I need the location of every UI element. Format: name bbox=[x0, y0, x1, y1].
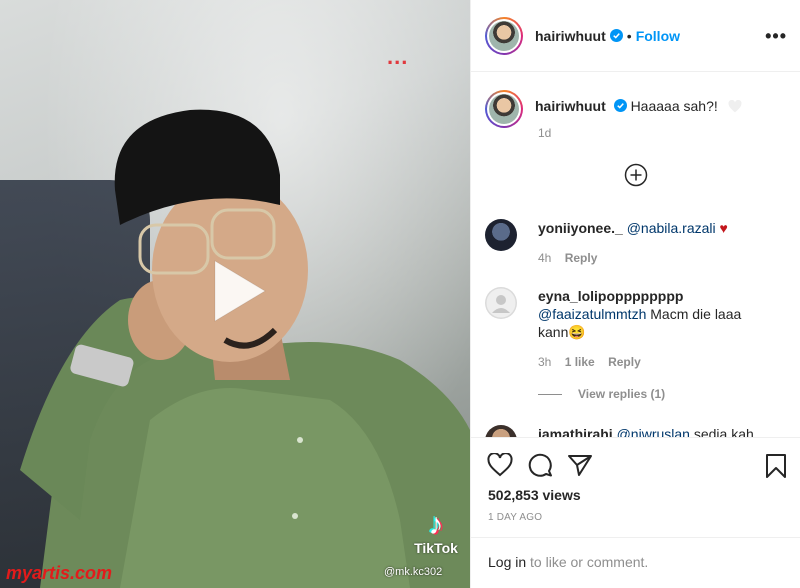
views-count[interactable]: 502,853 views bbox=[488, 487, 581, 503]
comment-reply-button[interactable]: Reply bbox=[565, 251, 598, 265]
more-options-icon[interactable]: ••• bbox=[765, 26, 787, 47]
login-prompt-text: to like or comment. bbox=[530, 554, 649, 570]
post-header: hairiwhuut • Follow ••• bbox=[471, 0, 800, 72]
caption-like-heart-icon[interactable] bbox=[728, 100, 742, 113]
login-link[interactable]: Log in bbox=[488, 554, 526, 570]
comment-avatar[interactable] bbox=[485, 287, 517, 319]
comment-time: 4h bbox=[538, 251, 552, 265]
play-icon bbox=[214, 260, 266, 322]
comment-bubble-icon[interactable] bbox=[527, 453, 553, 477]
comment-username[interactable]: eyna_lolipopppppppp bbox=[538, 288, 683, 304]
view-replies-label: View replies (1) bbox=[578, 387, 666, 401]
caption-time: 1d bbox=[538, 126, 552, 140]
tiktok-handle: @mk.kc302 bbox=[384, 566, 443, 578]
verified-badge-icon bbox=[609, 29, 623, 42]
comment-username[interactable]: jamathirahi bbox=[538, 426, 613, 437]
login-bar: Log in to like or comment. bbox=[471, 537, 800, 588]
comment-mention[interactable]: @faaizatulmmtzh bbox=[538, 306, 646, 322]
comment-mention[interactable]: @nabila.razali bbox=[627, 220, 716, 236]
comment-text: sedia kah bbox=[693, 426, 754, 437]
comment-avatar[interactable] bbox=[485, 219, 517, 251]
comment-item: eyna_lolipopppppppp @faaizatulmmtzh Macm… bbox=[485, 287, 773, 371]
post-panel: hairiwhuut • Follow ••• hairiwhuut Haaaa… bbox=[470, 0, 800, 588]
action-icons-row bbox=[487, 453, 593, 477]
post-media[interactable]: ... ♪ TikTok @mk.kc302 myartis.com bbox=[0, 0, 470, 588]
comment-reply-button[interactable]: Reply bbox=[608, 355, 641, 369]
caption-avatar[interactable] bbox=[485, 90, 523, 128]
caption-text: Haaaaa sah?! bbox=[630, 98, 718, 114]
comment-time: 3h bbox=[538, 355, 552, 369]
comment-body: eyna_lolipopppppppp @faaizatulmmtzh Macm… bbox=[538, 287, 773, 371]
post-actions: 502,853 views 1 DAY AGO bbox=[471, 437, 800, 537]
share-plane-icon[interactable] bbox=[567, 453, 593, 477]
video-more-dots: ... bbox=[387, 44, 409, 69]
follow-button[interactable]: Follow bbox=[636, 28, 680, 44]
load-more-comments-icon[interactable] bbox=[624, 163, 648, 187]
comments-section[interactable]: hairiwhuut Haaaaa sah?! 1d yoniiyonee._ … bbox=[471, 73, 800, 437]
like-heart-icon[interactable] bbox=[487, 453, 513, 477]
comment-item: yoniiyonee._ @nabila.razali ♥ 4h Reply bbox=[485, 219, 773, 267]
default-avatar-icon bbox=[485, 287, 517, 319]
author-avatar[interactable] bbox=[485, 16, 523, 55]
caption-username[interactable]: hairiwhuut bbox=[535, 98, 606, 114]
view-replies-button[interactable]: View replies (1) bbox=[538, 387, 665, 401]
comment-likes-count[interactable]: 1 like bbox=[565, 355, 595, 369]
view-replies-line bbox=[538, 393, 562, 395]
comment-body: yoniiyonee._ @nabila.razali ♥ 4h Reply bbox=[538, 219, 773, 267]
site-watermark: myartis.com bbox=[6, 563, 113, 583]
comment-mention[interactable]: @niwruslan bbox=[617, 426, 690, 437]
header-separator: • bbox=[626, 27, 632, 44]
comment-body: jamathirahi @niwruslan sedia kah bbox=[538, 425, 773, 437]
post-date: 1 DAY AGO bbox=[488, 512, 543, 523]
tiktok-note-icon: ♪ bbox=[428, 508, 444, 541]
author-username[interactable]: hairiwhuut bbox=[535, 28, 606, 44]
play-button[interactable] bbox=[203, 257, 271, 325]
post-caption: hairiwhuut Haaaaa sah?! bbox=[485, 90, 742, 128]
comment-heart-emoji: ♥ bbox=[719, 220, 728, 236]
caption-verified-icon bbox=[613, 99, 627, 112]
comment-username[interactable]: yoniiyonee._ bbox=[538, 220, 623, 236]
tiktok-wordmark: TikTok bbox=[414, 540, 458, 556]
caption-text-row: hairiwhuut Haaaaa sah?! bbox=[535, 98, 742, 128]
comment-item: jamathirahi @niwruslan sedia kah bbox=[485, 425, 773, 437]
bookmark-icon[interactable] bbox=[765, 453, 787, 479]
comment-avatar[interactable] bbox=[485, 425, 517, 437]
tiktok-logo: ♪ TikTok bbox=[410, 508, 462, 557]
